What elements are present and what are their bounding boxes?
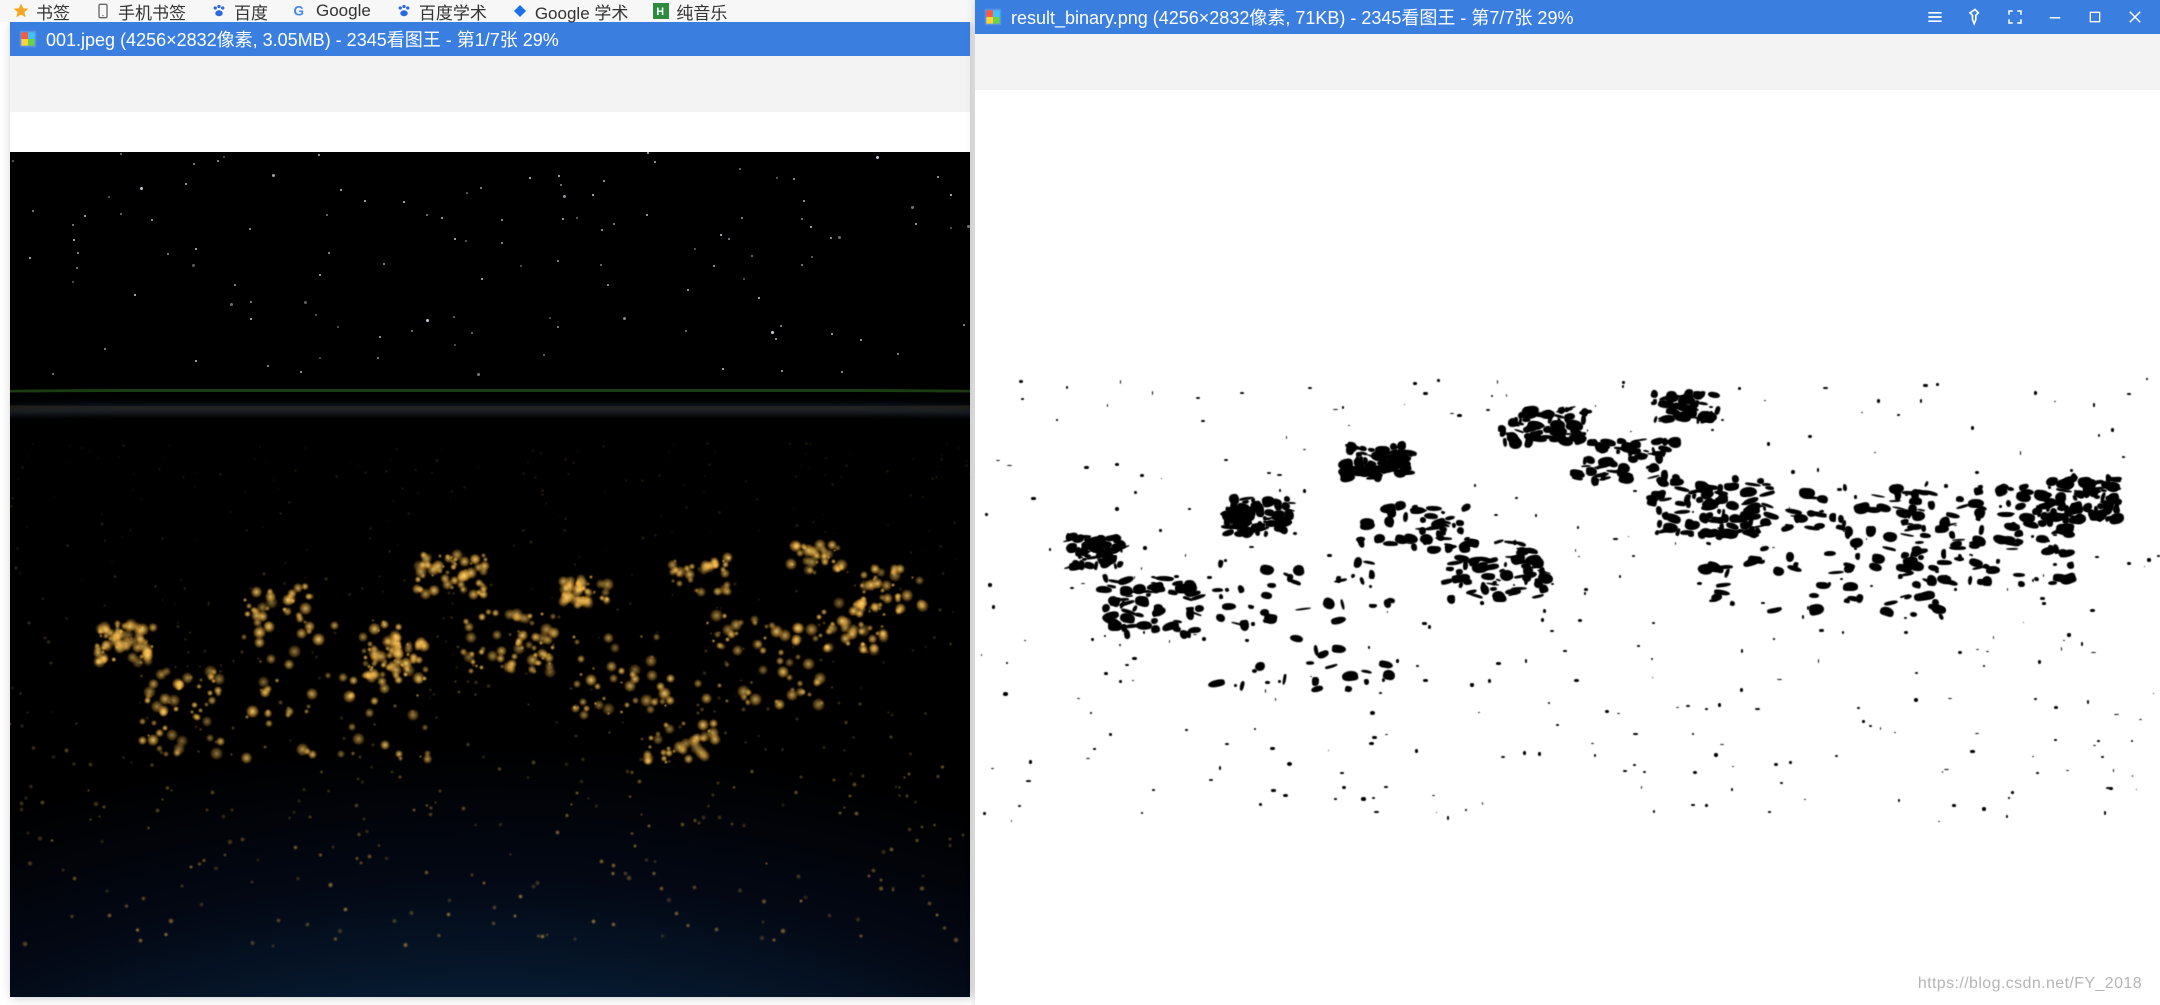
watermark-text: https://blog.csdn.net/FY_2018 bbox=[1918, 975, 2142, 993]
paw-icon bbox=[210, 2, 228, 20]
pin-icon[interactable] bbox=[1964, 6, 1986, 28]
app-icon bbox=[18, 29, 38, 49]
bookmark-item[interactable]: 百度学术 bbox=[383, 0, 499, 22]
image-canvas-right[interactable] bbox=[975, 90, 2160, 1005]
bookmark-label: 纯音乐 bbox=[676, 0, 727, 24]
diamond-icon bbox=[511, 2, 529, 20]
bookmark-item[interactable]: H 纯音乐 bbox=[640, 0, 739, 22]
fullscreen-icon[interactable] bbox=[2004, 6, 2026, 28]
image-viewer-window-left: 001.jpeg (4256×2832像素, 3.05MB) - 2345看图王… bbox=[10, 22, 970, 997]
titlebar[interactable]: result_binary.png (4256×2832像素, 71KB) - … bbox=[975, 0, 2160, 34]
google-icon: G bbox=[292, 2, 310, 20]
viewer-toolbar bbox=[975, 34, 2160, 90]
maximize-icon[interactable] bbox=[2084, 6, 2106, 28]
paw-icon bbox=[395, 2, 413, 20]
menu-icon[interactable] bbox=[1924, 6, 1946, 28]
bookmark-item[interactable]: G Google bbox=[280, 0, 383, 22]
bookmark-item[interactable]: 手机书签 bbox=[82, 0, 198, 22]
phone-icon bbox=[94, 2, 112, 20]
minimize-icon[interactable] bbox=[2044, 6, 2066, 28]
svg-text:G: G bbox=[294, 4, 305, 19]
bookmark-label: 手机书签 bbox=[118, 0, 186, 24]
bookmark-label: 书签 bbox=[36, 0, 70, 24]
binary-threshold-image bbox=[975, 100, 2160, 1005]
square-h-icon: H bbox=[652, 2, 670, 20]
bookmark-label: Google bbox=[316, 1, 371, 21]
earth-at-night-image bbox=[10, 152, 970, 997]
bookmark-label: Google 学术 bbox=[535, 0, 629, 24]
window-title: result_binary.png (4256×2832像素, 71KB) - … bbox=[1011, 4, 1916, 30]
app-icon bbox=[983, 7, 1003, 27]
bookmark-item[interactable]: 书签 bbox=[0, 0, 82, 22]
close-icon[interactable] bbox=[2124, 6, 2146, 28]
svg-text:H: H bbox=[657, 6, 665, 18]
bookmark-item[interactable]: 百度 bbox=[198, 0, 280, 22]
image-viewer-window-right: result_binary.png (4256×2832像素, 71KB) - … bbox=[975, 0, 2160, 1005]
viewer-toolbar bbox=[10, 56, 970, 112]
titlebar-controls bbox=[1924, 6, 2152, 28]
bookmark-label: 百度学术 bbox=[419, 0, 487, 24]
bookmark-label: 百度 bbox=[234, 0, 268, 24]
titlebar[interactable]: 001.jpeg (4256×2832像素, 3.05MB) - 2345看图王… bbox=[10, 22, 970, 56]
star-icon bbox=[12, 2, 30, 20]
window-title: 001.jpeg (4256×2832像素, 3.05MB) - 2345看图王… bbox=[46, 26, 962, 52]
image-canvas-left[interactable] bbox=[10, 112, 970, 997]
bookmark-item[interactable]: Google 学术 bbox=[499, 0, 641, 22]
